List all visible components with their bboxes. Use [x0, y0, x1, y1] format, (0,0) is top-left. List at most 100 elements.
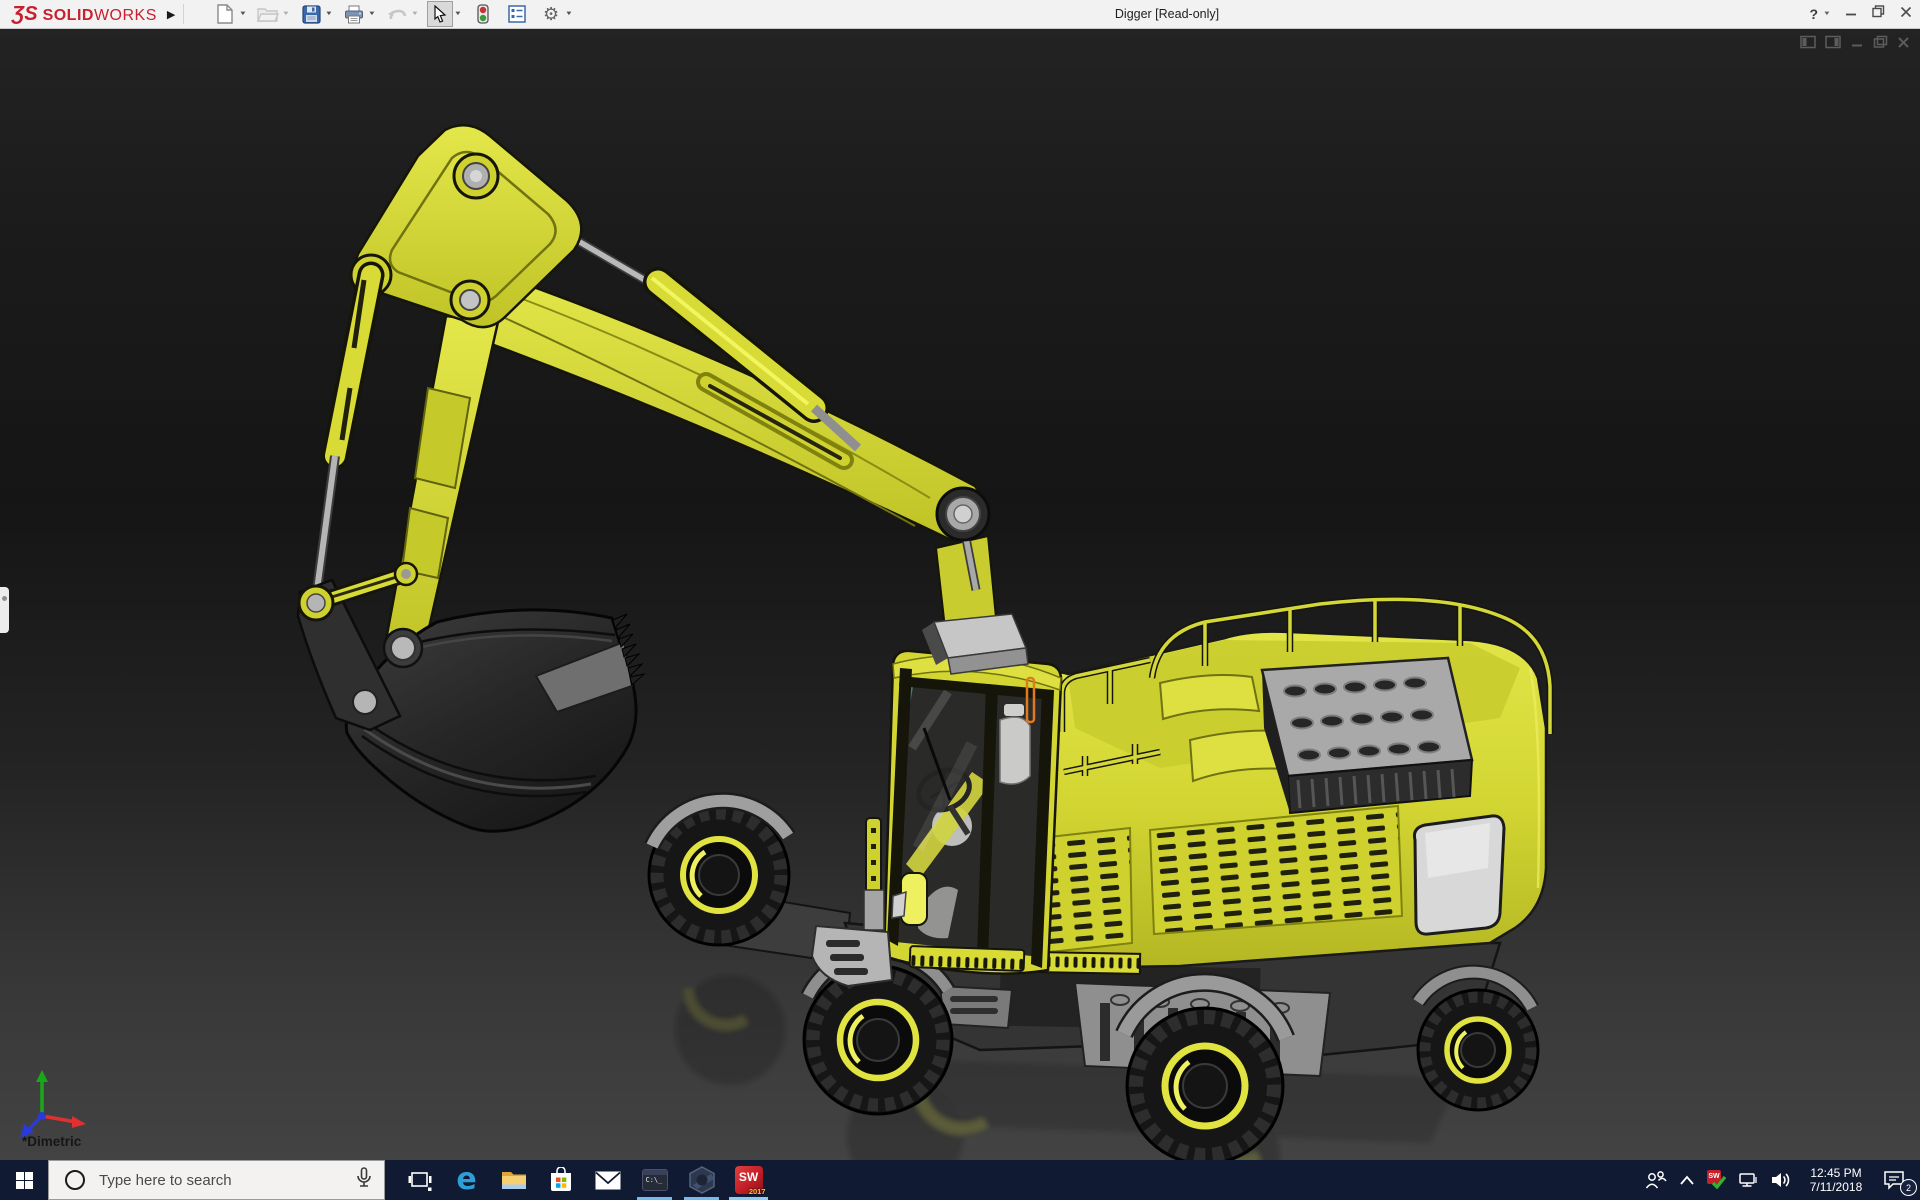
command-prompt-icon: C:\_ [641, 1169, 668, 1191]
sw-icon-label: SW [738, 1170, 759, 1184]
store-icon [550, 1167, 571, 1191]
command-prompt-button[interactable]: C:\_ [631, 1160, 678, 1200]
dropdown-caret-icon[interactable]: ▼ [282, 11, 290, 17]
gear-icon: ⚙ [543, 4, 560, 24]
solidworks-logo-works: WORKS [93, 6, 157, 24]
doc-close-button[interactable] [1897, 36, 1910, 49]
excavator-model [296, 123, 1554, 1160]
network-tray[interactable] [1732, 1160, 1764, 1200]
network-icon [1739, 1173, 1757, 1187]
sw-check-icon: SW [1707, 1170, 1727, 1190]
microsoft-edge-button[interactable]: e [443, 1160, 490, 1200]
wheel-front-right [1125, 1006, 1285, 1160]
save-floppy-icon [299, 2, 323, 26]
dropdown-caret-icon[interactable]: ▼ [325, 11, 333, 17]
orientation-triad-icon [20, 1070, 86, 1138]
wheel-front-left [802, 964, 954, 1116]
microphone-icon[interactable] [356, 1166, 372, 1194]
people-button[interactable] [1638, 1160, 1672, 1200]
tray-time: 12:45 PM [1810, 1166, 1862, 1180]
tray-date: 7/11/2018 [1809, 1180, 1863, 1194]
mail-button[interactable] [584, 1160, 631, 1200]
help-caret-icon[interactable]: ▼ [1823, 11, 1831, 17]
view-orientation-label: *Dimetric [22, 1134, 82, 1149]
action-center-button[interactable]: 2 [1874, 1160, 1917, 1200]
microsoft-store-button[interactable] [537, 1160, 584, 1200]
close-button[interactable] [1900, 5, 1912, 23]
solidworks-2017-icon: SW 2017 [734, 1166, 766, 1196]
select-button[interactable]: ▼ [425, 1, 464, 27]
dropdown-caret-icon[interactable]: ▼ [239, 11, 247, 17]
sw-icon-year: 2017 [748, 1187, 766, 1196]
start-button[interactable] [0, 1160, 48, 1200]
rebuild-button[interactable] [468, 2, 498, 26]
print-icon [342, 2, 366, 26]
open-button[interactable]: ▼ [253, 2, 292, 26]
windows-taskbar: Type here to search e C:\_ SW 2017 SW 12… [0, 1160, 1920, 1200]
solidworks-logo-solid: SOLID [42, 6, 94, 24]
solidworks-2017-button[interactable]: SW 2017 [725, 1160, 772, 1200]
restore-button[interactable] [1872, 5, 1885, 23]
flyout-dot-icon [2, 596, 7, 601]
wheel-rear-right [1416, 988, 1540, 1112]
doc-restore-button[interactable] [1873, 35, 1888, 49]
title-bar: ƷS SOLID WORKS ▶ ▼ ▼ ▼ ▼ ▼ ▼ ⚙ ▼ Digger … [0, 0, 1920, 29]
notification-badge: 2 [1900, 1179, 1917, 1196]
new-document-icon [213, 2, 237, 26]
rear-window [1413, 814, 1506, 936]
command-prompt-text: C:\_ [645, 1176, 663, 1184]
options-button[interactable]: ⚙ ▼ [536, 2, 575, 26]
edge-icon: e [456, 1162, 477, 1197]
body-tread-strip [1038, 951, 1142, 975]
file-properties-button[interactable] [502, 2, 532, 26]
minimize-button[interactable] [1845, 5, 1857, 23]
print-button[interactable]: ▼ [339, 2, 378, 26]
undo-button[interactable]: ▼ [382, 2, 421, 26]
document-window-controls [1800, 35, 1910, 49]
clock[interactable]: 12:45 PM 7/11/2018 [1798, 1160, 1874, 1200]
task-view-button[interactable] [396, 1160, 443, 1200]
volume-tray[interactable] [1764, 1160, 1798, 1200]
cab [810, 613, 1063, 988]
speaker-icon [1772, 1173, 1790, 1187]
solidworks-logo-mark-icon: ƷS [12, 2, 38, 25]
solidworks-monitor-tray[interactable]: SW [1702, 1160, 1732, 1200]
people-icon [1645, 1171, 1667, 1189]
file-properties-icon [505, 2, 529, 26]
doc-minimize-button[interactable] [1850, 35, 1864, 49]
feature-pane-flyout-tab[interactable] [0, 587, 9, 633]
undo-arrow-icon [385, 2, 409, 26]
taskbar-search-input[interactable]: Type here to search [48, 1160, 385, 1200]
hexagon-app-button[interactable] [678, 1160, 725, 1200]
graphics-area[interactable]: *Dimetric [0, 28, 1920, 1160]
save-button[interactable]: ▼ [296, 2, 335, 26]
dropdown-caret-icon[interactable]: ▼ [368, 11, 376, 17]
search-placeholder: Type here to search [99, 1171, 232, 1189]
pane-left-button[interactable] [1800, 35, 1816, 49]
windows-logo-icon [15, 1171, 33, 1189]
dropdown-caret-icon[interactable]: ▼ [411, 11, 419, 17]
pane-right-button[interactable] [1825, 35, 1841, 49]
file-explorer-button[interactable] [490, 1160, 537, 1200]
menu-flyout-arrow-icon[interactable]: ▶ [163, 8, 183, 21]
cortana-icon [65, 1170, 85, 1190]
new-document-button[interactable]: ▼ [210, 2, 249, 26]
toolbar-separator [183, 4, 185, 24]
task-view-icon [408, 1172, 431, 1191]
help-button[interactable]: ? [1809, 6, 1818, 22]
upper-body [1020, 596, 1554, 975]
bucket [296, 561, 646, 833]
solidworks-logo: ƷS SOLID WORKS [0, 3, 163, 26]
mail-icon [594, 1171, 621, 1189]
dropdown-caret-icon[interactable]: ▼ [565, 11, 573, 17]
hidden-icons-chevron[interactable] [1672, 1160, 1702, 1200]
engine-block [1260, 656, 1474, 815]
help-icon: ? [1809, 6, 1819, 22]
dropdown-caret-icon[interactable]: ▼ [454, 11, 462, 17]
taskbar-apps: e C:\_ SW 2017 [396, 1160, 772, 1200]
hexagon-app-icon [688, 1166, 716, 1194]
rebuild-traffic-light-icon [471, 2, 495, 26]
system-tray: SW 12:45 PM 7/11/2018 2 [1638, 1160, 1917, 1200]
chevron-up-icon [1680, 1175, 1694, 1185]
window-title: Digger [Read-only] [1114, 7, 1220, 21]
